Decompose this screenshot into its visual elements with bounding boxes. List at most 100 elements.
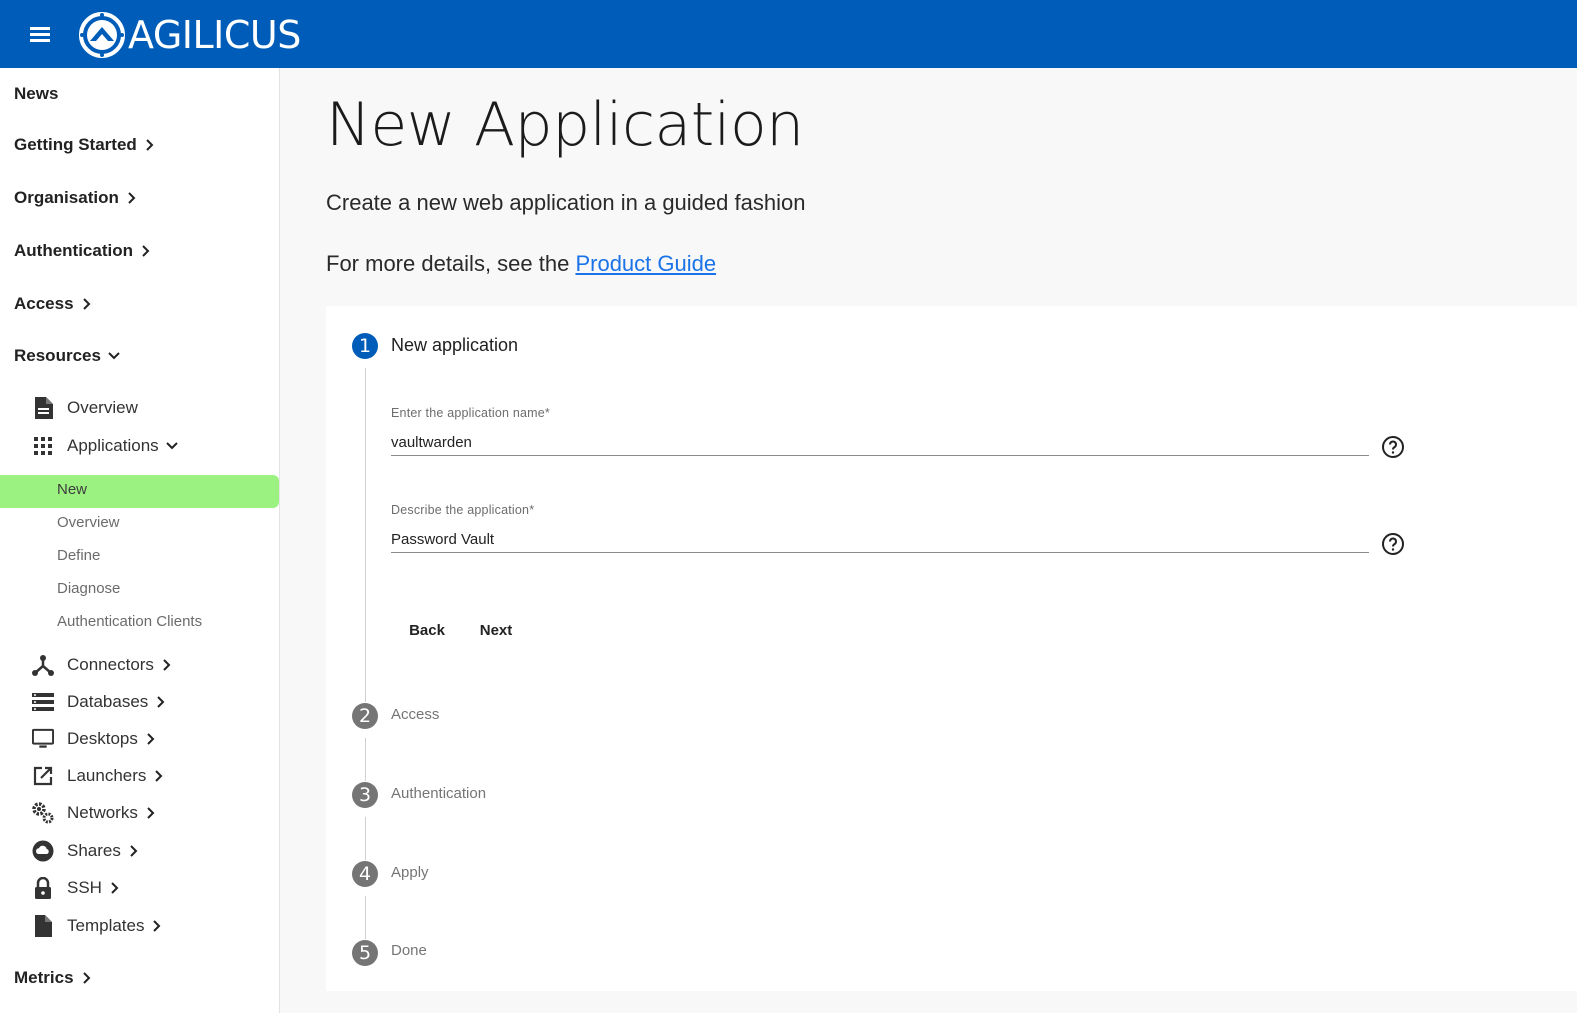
nav-authentication-label: Authentication — [14, 241, 133, 260]
product-guide-link[interactable]: Product Guide — [575, 251, 716, 276]
details-text: For more details, see the Product Guide — [326, 251, 716, 277]
chevron-right-icon — [157, 696, 165, 708]
step-1-number: 1 — [352, 333, 378, 359]
resources-networks[interactable]: Networks — [32, 800, 158, 826]
resources-applications-label: Applications — [67, 436, 159, 455]
step-4-number: 4 — [352, 861, 378, 887]
apps-sub-define[interactable]: Define — [57, 546, 100, 566]
resources-shares[interactable]: Shares — [32, 838, 141, 864]
desktop-monitor-icon — [32, 728, 54, 750]
app-description-label: Describe the application* — [391, 503, 534, 517]
step-connector — [365, 896, 366, 939]
resources-templates-label: Templates — [67, 916, 145, 935]
lock-icon — [32, 877, 54, 899]
brand-name: AGILICUS — [128, 13, 301, 57]
nav-resources[interactable]: Resources — [14, 345, 121, 367]
resources-ssh[interactable]: SSH — [32, 875, 122, 901]
required-mark: * — [544, 406, 550, 420]
top-app-bar: AGILICUS — [0, 0, 1577, 68]
next-button[interactable]: Next — [474, 616, 518, 644]
chevron-right-icon — [146, 139, 154, 151]
resources-overview-label: Overview — [67, 398, 138, 417]
step-2-number: 2 — [352, 703, 378, 729]
chevron-right-icon — [155, 770, 163, 782]
apps-grid-icon — [32, 435, 54, 457]
chevron-right-icon — [128, 192, 136, 204]
agilicus-logo[interactable]: AGILICUS — [79, 12, 301, 58]
page-description: Create a new web application in a guided… — [326, 190, 806, 215]
chevron-right-icon — [82, 972, 90, 984]
app-name-label: Enter the application name* — [391, 406, 550, 420]
logo-mark-icon — [79, 12, 125, 58]
chevron-right-icon — [153, 920, 161, 932]
nav-news[interactable]: News — [14, 83, 58, 105]
apps-sub-overview[interactable]: Overview — [57, 513, 120, 533]
resources-launchers[interactable]: Launchers — [32, 763, 166, 789]
chevron-right-icon — [111, 882, 119, 894]
nav-metrics-label: Metrics — [14, 968, 74, 987]
back-button[interactable]: Back — [404, 616, 450, 644]
resources-shares-label: Shares — [67, 841, 121, 860]
app-description-label-text: Describe the application — [391, 503, 530, 517]
chevron-right-icon — [163, 659, 171, 671]
nav-news-label: News — [14, 84, 59, 103]
chevron-down-icon — [108, 352, 120, 360]
step-3-header[interactable]: Authentication — [391, 784, 486, 804]
resources-databases-label: Databases — [67, 692, 149, 711]
gears-icon — [32, 802, 54, 824]
resources-networks-label: Networks — [67, 803, 138, 822]
step-2-header[interactable]: Access — [391, 705, 439, 725]
step-connector — [365, 817, 366, 860]
app-description-input[interactable] — [391, 527, 1369, 553]
resources-connectors-label: Connectors — [67, 655, 154, 674]
step-4-header[interactable]: Apply — [391, 863, 429, 883]
step-connector — [365, 738, 366, 781]
nav-getting-started-label: Getting Started — [14, 135, 137, 154]
resources-desktops-label: Desktops — [67, 729, 138, 748]
help-icon[interactable] — [1381, 532, 1405, 556]
resources-ssh-label: SSH — [67, 878, 102, 897]
nav-access-label: Access — [14, 294, 74, 313]
hamburger-menu-icon[interactable] — [24, 20, 56, 48]
nav-organisation[interactable]: Organisation — [14, 187, 139, 209]
apps-sub-authentication-clients[interactable]: Authentication Clients — [57, 612, 202, 632]
connectors-icon — [32, 654, 54, 676]
chevron-right-icon — [142, 245, 150, 257]
chevron-right-icon — [147, 807, 155, 819]
required-mark: * — [529, 503, 535, 517]
page-title: New Application — [326, 90, 804, 160]
resources-desktops[interactable]: Desktops — [32, 726, 158, 752]
sidebar: News Getting Started Organisation Authen… — [0, 68, 280, 1013]
nav-access[interactable]: Access — [14, 293, 94, 315]
nav-metrics[interactable]: Metrics — [14, 967, 94, 989]
chevron-right-icon — [130, 845, 138, 857]
app-name-label-text: Enter the application name — [391, 406, 545, 420]
step-5-number: 5 — [352, 940, 378, 966]
apps-sub-diagnose[interactable]: Diagnose — [57, 579, 120, 599]
cloud-icon — [32, 840, 54, 862]
apps-sub-new[interactable]: New — [57, 480, 87, 500]
active-nav-highlight — [0, 475, 279, 508]
resources-connectors[interactable]: Connectors — [32, 652, 174, 678]
details-prefix: For more details, see the — [326, 251, 576, 276]
resources-overview[interactable]: Overview — [32, 395, 138, 421]
database-icon — [32, 691, 54, 713]
nav-authentication[interactable]: Authentication — [14, 240, 153, 262]
step-5-header[interactable]: Done — [391, 941, 427, 961]
app-name-input[interactable] — [391, 430, 1369, 456]
nav-resources-label: Resources — [14, 346, 101, 365]
resources-applications[interactable]: Applications — [32, 433, 179, 459]
step-3-number: 3 — [352, 782, 378, 808]
chevron-right-icon — [82, 298, 90, 310]
chevron-right-icon — [147, 733, 155, 745]
document-icon — [32, 397, 54, 419]
help-icon[interactable] — [1381, 435, 1405, 459]
step-1-header[interactable]: New application — [391, 335, 518, 355]
resources-templates[interactable]: Templates — [32, 913, 164, 939]
file-icon — [32, 915, 54, 937]
resources-launchers-label: Launchers — [67, 766, 147, 785]
nav-getting-started[interactable]: Getting Started — [14, 134, 157, 156]
open-external-icon — [32, 765, 54, 787]
step-connector — [365, 368, 366, 702]
resources-databases[interactable]: Databases — [32, 689, 168, 715]
